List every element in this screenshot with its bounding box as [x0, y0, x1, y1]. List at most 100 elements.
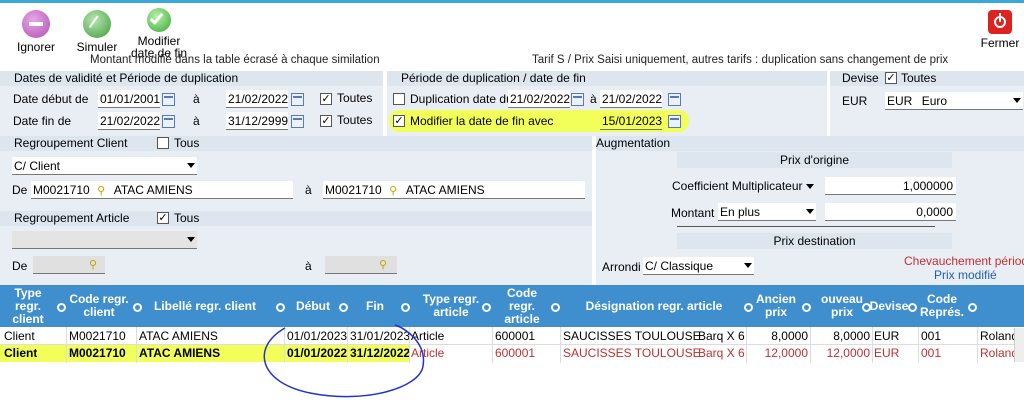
coef-field[interactable]: 1,000000	[825, 177, 956, 195]
duplication-panel: Période de duplication / date de fin Dup…	[387, 71, 827, 136]
calendar-icon[interactable]	[162, 115, 175, 128]
currency-select[interactable]: EUR Euro	[885, 92, 1023, 110]
augmentation-panel: Augmentation Prix d'origine Coefficient …	[596, 136, 1024, 285]
modify-end-date-button[interactable]: Modifier date de fin	[130, 8, 188, 59]
start-to-field[interactable]: 21/02/2022	[226, 90, 288, 108]
calendar-icon[interactable]	[291, 93, 304, 106]
simulate-button[interactable]: Simuler	[74, 10, 120, 53]
modify-end-field[interactable]: 15/01/2023	[600, 112, 662, 130]
power-icon	[988, 10, 1012, 34]
col-devise[interactable]: Devise	[870, 285, 909, 327]
table-row[interactable]: Client M0021710 ATAC AMIENS 01/01/2023 3…	[0, 328, 1024, 345]
article-from-field[interactable]: ⚲	[33, 256, 105, 274]
duplication-label: Duplication date du	[410, 92, 513, 106]
client-from-code: M0021710	[33, 183, 90, 197]
cell-code-article: 600001	[495, 329, 536, 343]
cell-code-repres: 001	[921, 346, 942, 360]
overlap-legend: Chevauchement période	[904, 254, 1024, 268]
calendar-icon[interactable]	[291, 115, 304, 128]
modify-end-label: Modifier la date de fin avec	[410, 114, 554, 128]
search-icon[interactable]	[802, 303, 811, 312]
cell-type-client: Client	[4, 329, 35, 343]
col-designation[interactable]: Désignation regr. article	[566, 285, 742, 327]
client-to-label: à	[305, 183, 312, 197]
currency-all-checkbox[interactable]: ✓	[885, 72, 897, 84]
client-all-checkbox[interactable]	[157, 137, 169, 149]
end-to-field[interactable]: 31/12/2999	[226, 112, 288, 130]
client-from-name: ATAC AMIENS	[113, 183, 193, 197]
client-to-name: ATAC AMIENS	[405, 183, 485, 197]
col-type-client[interactable]: Type regr. client	[2, 285, 54, 327]
amount-label: Montant	[671, 206, 715, 220]
table-row[interactable]: Client M0021710 ATAC AMIENS 01/01/2022 3…	[0, 345, 1024, 362]
calendar-icon[interactable]	[668, 115, 681, 128]
client-type-select[interactable]: C/ Client	[12, 157, 197, 175]
chevron-down-icon	[806, 184, 814, 189]
close-label: Fermer	[980, 36, 1020, 50]
amount-mode-value: En plus	[720, 205, 761, 219]
search-icon[interactable]	[57, 303, 66, 312]
client-all-label: Tous	[174, 136, 200, 150]
key-icon[interactable]: ⚲	[379, 259, 389, 271]
article-all-checkbox[interactable]: ✓	[157, 212, 169, 224]
search-icon[interactable]	[482, 303, 491, 312]
start-from-field[interactable]: 01/01/2001	[98, 90, 160, 108]
currency-head: Devise ✓ Toutes	[830, 71, 1024, 86]
dup-to-field[interactable]: 21/02/2022	[600, 90, 662, 108]
calendar-icon[interactable]	[571, 93, 584, 106]
ignore-button[interactable]: Ignorer	[14, 10, 58, 53]
col-code-article[interactable]: Code regr. article	[494, 285, 550, 327]
search-icon[interactable]	[908, 303, 917, 312]
simulate-icon	[83, 10, 111, 38]
search-icon[interactable]	[401, 303, 410, 312]
amount-mode-select[interactable]: En plus	[718, 203, 816, 221]
coef-label: Coefficient Multiplicateur	[672, 179, 803, 193]
search-icon[interactable]	[551, 303, 560, 312]
col-code-client[interactable]: Code regr. client	[68, 285, 130, 327]
close-button[interactable]: Fermer	[980, 10, 1020, 49]
key-icon[interactable]: ⚲	[389, 185, 399, 197]
dup-from-field[interactable]: 21/02/2022	[508, 90, 570, 108]
client-to-field[interactable]: M0021710 ⚲ ATAC AMIENS	[323, 181, 585, 199]
origin-title: Prix d'origine	[677, 152, 952, 168]
col-ancien-prix[interactable]: Ancien prix	[752, 285, 800, 327]
col-code-repres[interactable]: Code Représ.	[918, 285, 966, 327]
cell-ancien-prix: 8,0000	[771, 329, 808, 343]
key-icon[interactable]: ⚲	[89, 259, 99, 271]
validity-title: Dates de validité et Période de duplicat…	[0, 71, 383, 86]
scrollbar[interactable]	[1014, 328, 1024, 362]
article-to-field[interactable]: ⚲	[325, 256, 397, 274]
end-from-field[interactable]: 21/02/2022	[98, 112, 160, 130]
key-icon[interactable]: ⚲	[97, 185, 107, 197]
chevron-down-icon	[1013, 98, 1021, 103]
start-all-checkbox[interactable]: ✓	[320, 93, 332, 105]
search-icon[interactable]	[276, 303, 285, 312]
amount-field[interactable]: 0,0000	[825, 203, 956, 221]
article-group-panel: Regroupement Article ✓ Tous De ⚲ à ⚲	[0, 211, 592, 285]
calendar-icon[interactable]	[162, 93, 175, 106]
client-from-field[interactable]: M0021710 ⚲ ATAC AMIENS	[31, 181, 293, 199]
coef-select[interactable]	[801, 178, 816, 196]
chevron-down-icon	[744, 263, 752, 268]
end-all-checkbox[interactable]: ✓	[320, 115, 332, 127]
augmentation-title: Augmentation	[596, 136, 671, 150]
modify-end-checkbox[interactable]: ✓	[393, 115, 405, 127]
check-icon	[147, 8, 171, 32]
minus-icon	[22, 10, 50, 38]
duplication-checkbox[interactable]	[393, 93, 405, 105]
col-libelle-client[interactable]: Libellé regr. client	[140, 285, 270, 327]
validity-panel: Dates de validité et Période de duplicat…	[0, 71, 383, 136]
article-type-select[interactable]	[12, 231, 197, 249]
grid-header: Type regr. client Code regr. client Libe…	[0, 285, 1024, 327]
calendar-icon[interactable]	[668, 93, 681, 106]
duplication-title: Période de duplication / date de fin	[387, 71, 827, 86]
cell-ancien-prix: 12,0000	[764, 346, 808, 360]
cell-conditionnement: Barq X 6	[698, 329, 745, 343]
client-group-head: Regroupement Client Tous	[0, 136, 592, 151]
col-nouveau-prix[interactable]: ouveau prix	[821, 285, 863, 327]
start-all-label: Toutes	[337, 91, 373, 105]
search-icon[interactable]	[339, 303, 348, 312]
article-from-label: De	[12, 259, 28, 273]
round-select[interactable]: C/ Classique	[643, 257, 754, 275]
search-icon[interactable]	[968, 303, 977, 312]
